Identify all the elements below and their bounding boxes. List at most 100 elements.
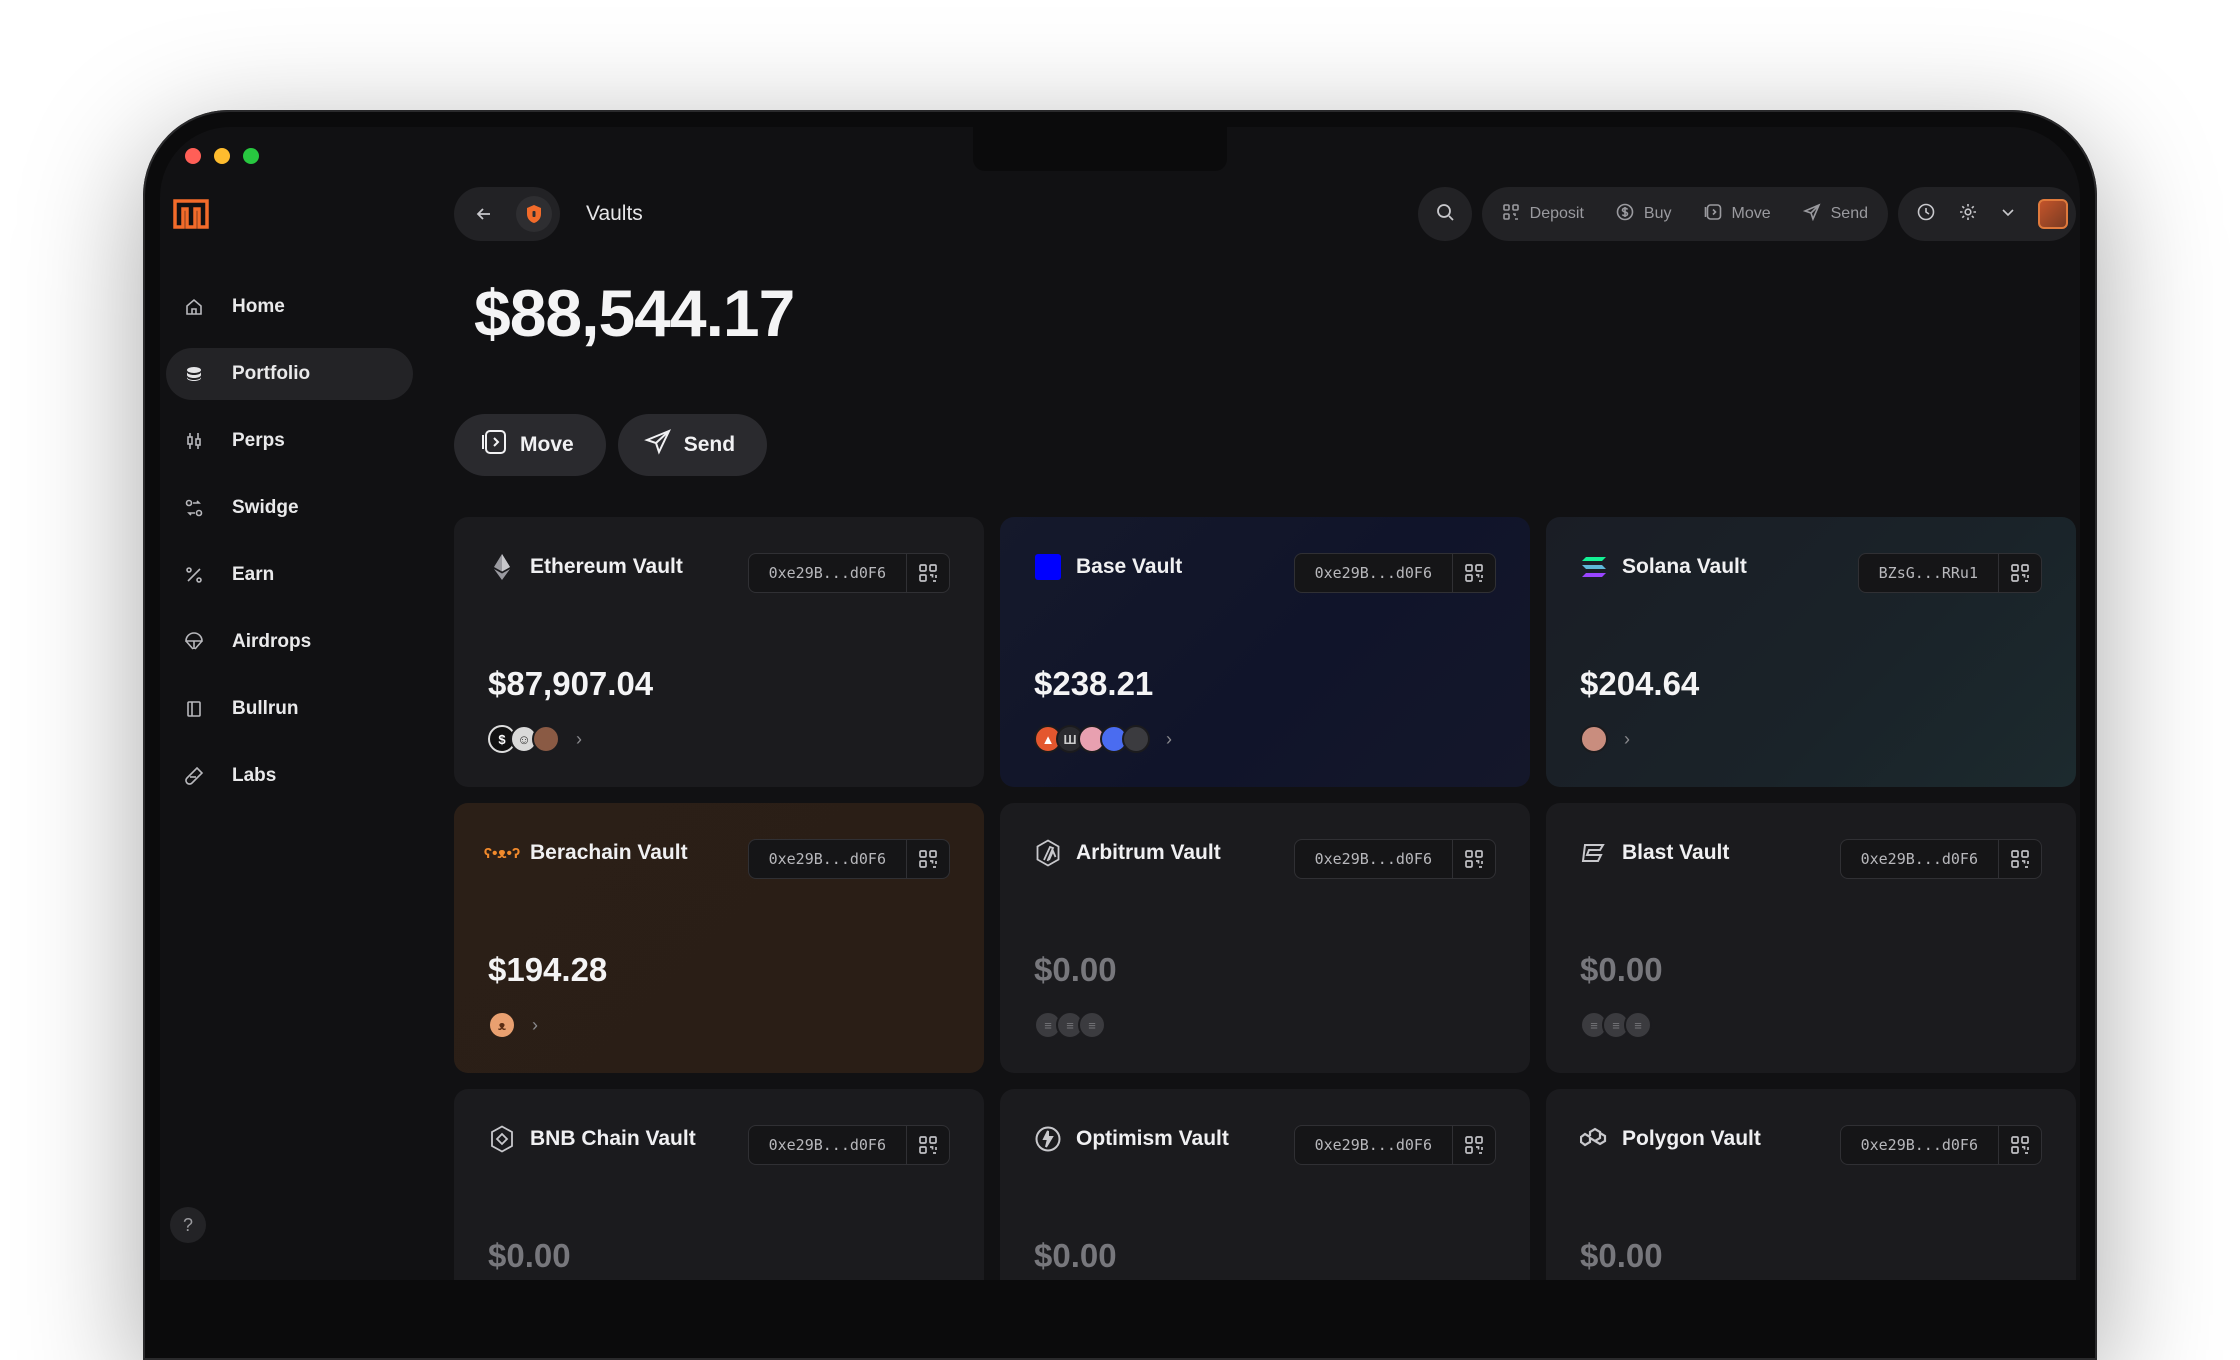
coins-icon	[182, 362, 206, 386]
user-controls	[1898, 187, 2076, 241]
move-label: Move	[1731, 205, 1771, 222]
token-stack[interactable]: ▲ Ш ›	[1034, 725, 1172, 753]
berachain-icon: ʕ•ᴥ•ʔ	[483, 844, 521, 862]
address-text: BZsG...RRu1	[1859, 554, 1999, 592]
back-arrow-icon[interactable]	[466, 196, 502, 232]
token-stack[interactable]: ᴥ ›	[488, 1011, 538, 1039]
address-text: 0xe29B...d0F6	[749, 840, 907, 878]
chevron-down-icon[interactable]	[2000, 204, 2016, 225]
move-action-button[interactable]: Move	[1704, 203, 1771, 226]
address-text: 0xe29B...d0F6	[1295, 554, 1453, 592]
address-text: 0xe29B...d0F6	[1841, 840, 1999, 878]
deposit-button[interactable]: Deposit	[1502, 203, 1584, 226]
vault-address[interactable]: 0xe29B...d0F6	[1839, 1125, 2042, 1165]
search-button[interactable]	[1417, 187, 1472, 241]
sidebar-item-label: Home	[232, 296, 285, 317]
camera-notch	[973, 127, 1227, 171]
ethereum-icon	[488, 553, 516, 581]
blast-icon	[1580, 839, 1608, 867]
vault-amount: $204.64	[1580, 665, 1700, 702]
vault-card-base[interactable]: Base Vault 0xe29B...d0F6 $238.21 ▲ Ш ›	[1000, 517, 1530, 787]
vault-card-ethereum[interactable]: Ethereum Vault 0xe29B...d0F6 $87,907.04 …	[454, 517, 984, 787]
token-stack[interactable]: ›	[1580, 725, 1630, 753]
vault-name: Polygon Vault	[1622, 1127, 1761, 1150]
sidebar-item-label: Bullrun	[232, 698, 299, 719]
buy-button[interactable]: Buy	[1616, 203, 1672, 226]
vault-address[interactable]: 0xe29B...d0F6	[1293, 553, 1496, 593]
send-button[interactable]: Send	[617, 414, 768, 476]
send-action-button[interactable]: Send	[1802, 202, 1868, 226]
history-icon[interactable]	[1916, 202, 1936, 227]
sidebar-item-portfolio[interactable]: Portfolio	[166, 348, 413, 400]
sidebar-item-airdrops[interactable]: Airdrops	[166, 616, 413, 668]
total-balance: $88,544.17	[474, 276, 795, 350]
move-button[interactable]: Move	[454, 414, 606, 476]
vault-card-polygon[interactable]: Polygon Vault 0xe29B...d0F6 $0.00	[1546, 1089, 2076, 1280]
qr-icon[interactable]	[1453, 840, 1495, 878]
vault-card-blast[interactable]: Blast Vault 0xe29B...d0F6 $0.00 ≡ ≡ ≡	[1546, 803, 2076, 1073]
gear-icon[interactable]	[1958, 202, 1978, 227]
close-window-button[interactable]	[185, 148, 201, 164]
vault-card-berachain[interactable]: ʕ•ᴥ•ʔ Berachain Vault 0xe29B...d0F6 $194…	[454, 803, 984, 1073]
home-icon	[182, 295, 206, 319]
page-title: Vaults	[586, 202, 643, 225]
bera-token-icon: ᴥ	[488, 1011, 516, 1039]
sidebar-item-home[interactable]: Home	[166, 281, 413, 333]
sidebar-item-label: Perps	[232, 430, 285, 451]
avatar[interactable]	[2038, 199, 2068, 229]
vault-name: Optimism Vault	[1076, 1127, 1229, 1150]
qr-icon	[1502, 203, 1520, 226]
vault-address[interactable]: 0xe29B...d0F6	[1293, 839, 1496, 879]
sidebar-item-swidge[interactable]: Swidge	[166, 482, 413, 534]
token-stack: ≡ ≡ ≡	[1034, 1011, 1106, 1039]
sidebar-item-labs[interactable]: Labs	[166, 750, 413, 802]
sidebar-item-label: Airdrops	[232, 631, 312, 652]
vault-amount: $194.28	[488, 951, 608, 988]
sidebar: Home Portfolio Perps Swidge Earn Airdrop…	[166, 281, 413, 817]
vault-name: BNB Chain Vault	[530, 1127, 696, 1150]
deposit-label: Deposit	[1529, 205, 1584, 222]
vault-name: Arbitrum Vault	[1076, 841, 1221, 864]
move-icon	[1704, 203, 1722, 226]
sidebar-item-bullrun[interactable]: Bullrun	[166, 683, 413, 735]
vault-card-solana[interactable]: Solana Vault BZsG...RRu1 $204.64 ›	[1546, 517, 2076, 787]
qr-icon[interactable]	[907, 840, 949, 878]
qr-icon[interactable]	[1453, 1126, 1495, 1164]
vault-address[interactable]: 0xe29B...d0F6	[1293, 1125, 1496, 1165]
vault-card-optimism[interactable]: Optimism Vault 0xe29B...d0F6 $0.00	[1000, 1089, 1530, 1280]
dollar-icon	[1616, 203, 1634, 226]
vault-amount: $0.00	[488, 1237, 571, 1274]
vault-name: Solana Vault	[1622, 555, 1747, 578]
sidebar-item-earn[interactable]: Earn	[166, 549, 413, 601]
chevron-right-icon: ›	[1624, 728, 1630, 749]
parachute-icon	[182, 630, 206, 654]
qr-icon[interactable]	[1999, 1126, 2041, 1164]
help-icon: ?	[182, 1214, 193, 1235]
vault-address[interactable]: BZsG...RRu1	[1857, 553, 2042, 593]
chevron-right-icon: ›	[532, 1014, 538, 1035]
shield-icon[interactable]	[516, 196, 552, 232]
bnb-icon	[488, 1125, 516, 1153]
vault-address[interactable]: 0xe29B...d0F6	[747, 1125, 950, 1165]
token-stack[interactable]: $ ☺ ›	[488, 725, 582, 753]
help-button[interactable]: ?	[170, 1207, 206, 1243]
portfolio-actions: Move Send	[454, 414, 768, 476]
qr-icon[interactable]	[1999, 554, 2041, 592]
vault-address[interactable]: 0xe29B...d0F6	[747, 553, 950, 593]
qr-icon[interactable]	[1999, 840, 2041, 878]
token-placeholder-icon	[1122, 725, 1150, 753]
swap-icon	[182, 496, 206, 520]
qr-icon[interactable]	[907, 554, 949, 592]
vault-card-bnb[interactable]: BNB Chain Vault 0xe29B...d0F6 $0.00	[454, 1089, 984, 1280]
sidebar-item-perps[interactable]: Perps	[166, 415, 413, 467]
bullrun-logo[interactable]	[173, 199, 209, 229]
vault-address[interactable]: 0xe29B...d0F6	[1839, 839, 2042, 879]
vault-address[interactable]: 0xe29B...d0F6	[747, 839, 950, 879]
minimize-window-button[interactable]	[214, 148, 230, 164]
vault-card-arbitrum[interactable]: Arbitrum Vault 0xe29B...d0F6 $0.00 ≡ ≡ ≡	[1000, 803, 1530, 1073]
sidebar-item-label: Swidge	[232, 497, 299, 518]
send-label: Send	[1830, 205, 1868, 222]
maximize-window-button[interactable]	[243, 148, 259, 164]
qr-icon[interactable]	[907, 1126, 949, 1164]
qr-icon[interactable]	[1453, 554, 1495, 592]
